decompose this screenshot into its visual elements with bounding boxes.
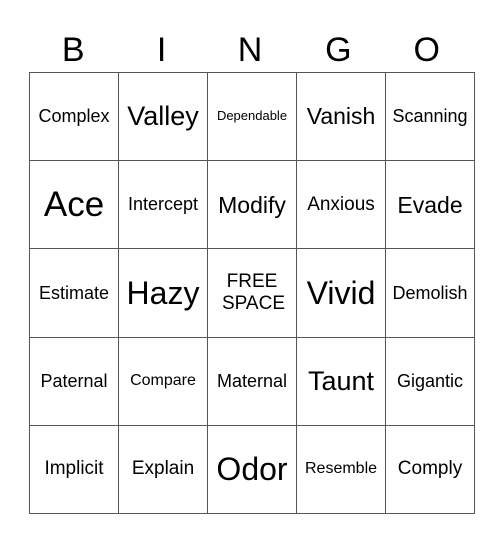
bingo-header: B I N G O	[29, 28, 471, 72]
bingo-cell: Vanish	[296, 71, 386, 162]
bingo-cell: Estimate	[29, 248, 119, 338]
header-letter-o: O	[413, 31, 440, 69]
header-letter-g: G	[325, 31, 352, 69]
bingo-cell: Complex	[29, 71, 119, 162]
bingo-cell: Ace	[29, 160, 119, 250]
header-letter-n: N	[237, 31, 263, 69]
bingo-cell: Gigantic	[385, 336, 475, 426]
grid-row: Implicit Explain Odor Resemble Comply	[29, 424, 475, 515]
grid-row: Paternal Compare Maternal Taunt Gigantic	[29, 336, 475, 426]
bingo-cell: Demolish	[385, 248, 475, 338]
bingo-cell: Taunt	[296, 336, 386, 426]
bingo-cell: Maternal	[207, 336, 297, 426]
bingo-cell: Scanning	[385, 71, 475, 162]
bingo-cell: Intercept	[118, 160, 208, 250]
bingo-cell: Odor	[207, 424, 297, 515]
bingo-cell: Valley	[118, 71, 208, 162]
bingo-cell: Vivid	[296, 248, 386, 338]
bingo-cell: Explain	[118, 424, 208, 515]
grid-row: Ace Intercept Modify Anxious Evade	[29, 160, 475, 250]
bingo-cell: Compare	[118, 336, 208, 426]
bingo-cell: Anxious	[296, 160, 386, 250]
bingo-cell: Paternal	[29, 336, 119, 426]
free-space-cell: FREE SPACE	[207, 248, 297, 338]
bingo-cell: Evade	[385, 160, 475, 250]
bingo-cell: Comply	[385, 424, 475, 515]
bingo-cell: Hazy	[118, 248, 208, 338]
bingo-grid: Complex Valley Dependable Vanish Scannin…	[29, 71, 475, 515]
header-letter-i: I	[156, 31, 167, 69]
bingo-cell: Dependable	[207, 71, 297, 162]
grid-row: Complex Valley Dependable Vanish Scannin…	[29, 71, 475, 162]
bingo-cell: Modify	[207, 160, 297, 250]
bingo-cell: Implicit	[29, 424, 119, 515]
header-letter-b: B	[61, 31, 85, 69]
bingo-cell: Resemble	[296, 424, 386, 515]
grid-row: Estimate Hazy FREE SPACE Vivid Demolish	[29, 248, 475, 338]
